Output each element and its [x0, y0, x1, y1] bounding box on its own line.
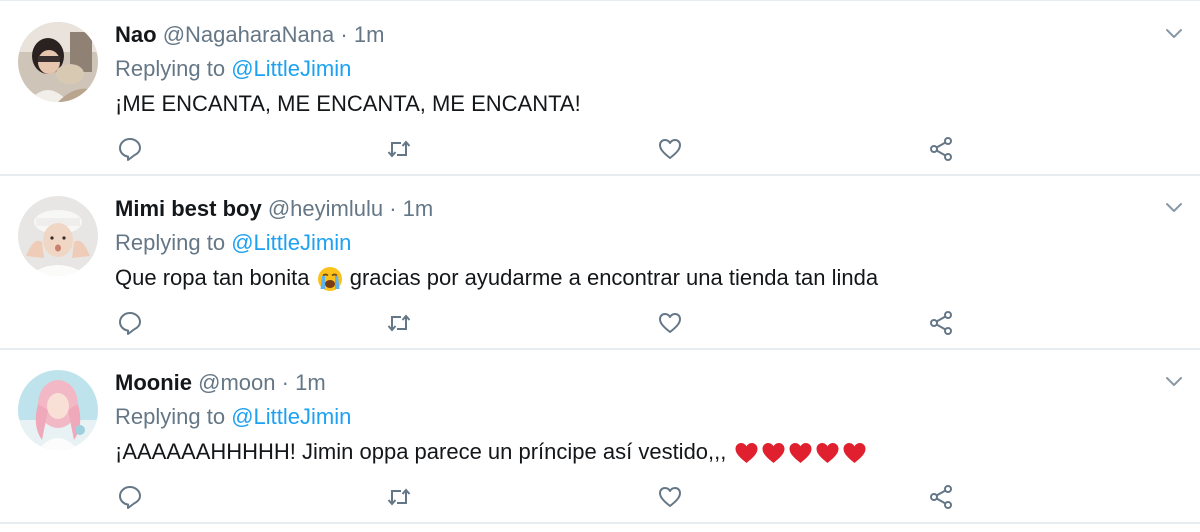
- reply-icon[interactable]: [117, 484, 143, 510]
- replying-to-label: Replying to: [115, 230, 226, 255]
- tweet-moonie[interactable]: Moonie @moon · 1m Replying to @LittleJim…: [0, 350, 1200, 524]
- tweet-text-content: ¡ME ENCANTA, ME ENCANTA, ME ENCANTA!: [115, 91, 581, 116]
- crying-face-emoji-icon: [317, 267, 342, 292]
- replying-to: Replying to @LittleJimin: [115, 52, 351, 86]
- tweet-text-content: ¡AAAAAAHHHHH! Jimin oppa parece un prínc…: [115, 439, 727, 464]
- reply-icon[interactable]: [117, 310, 143, 336]
- heart-icon[interactable]: [657, 136, 683, 162]
- tweet-text: Que ropa tan bonita gracias por ayudarme…: [115, 260, 878, 296]
- tweet-text: ¡AAAAAAHHHHH! Jimin oppa parece un prínc…: [115, 434, 868, 470]
- display-name[interactable]: Mimi best boy: [115, 196, 262, 221]
- tweet-text: ¡ME ENCANTA, ME ENCANTA, ME ENCANTA!: [115, 86, 581, 122]
- tweet-nao[interactable]: Nao @NagaharaNana · 1m Replying to @Litt…: [0, 2, 1200, 176]
- red-heart-emoji-icon: [843, 443, 866, 464]
- red-heart-emoji-icon: [789, 443, 812, 464]
- action-bar: [0, 480, 1200, 514]
- reply-feed: Nao @NagaharaNana · 1m Replying to @Litt…: [0, 0, 1200, 532]
- chevron-down-icon[interactable]: [1162, 372, 1186, 392]
- replying-to: Replying to @LittleJimin: [115, 400, 351, 434]
- mention-link[interactable]: @LittleJimin: [231, 56, 351, 81]
- action-bar: [0, 306, 1200, 340]
- tweet-text-content: Que ropa tan bonita: [115, 265, 310, 290]
- display-name[interactable]: Nao: [115, 22, 157, 47]
- heart-emoji-row: [733, 439, 868, 464]
- display-name[interactable]: Moonie: [115, 370, 192, 395]
- user-photo-avatar-icon: [18, 196, 98, 276]
- mention-link[interactable]: @LittleJimin: [231, 230, 351, 255]
- chevron-down-icon[interactable]: [1162, 24, 1186, 44]
- avatar[interactable]: [18, 22, 98, 102]
- separator: ·: [389, 196, 397, 221]
- user-photo-avatar-icon: [18, 22, 98, 102]
- replying-to: Replying to @LittleJimin: [115, 226, 351, 260]
- user-handle[interactable]: @heyimlulu: [268, 196, 383, 221]
- retweet-icon[interactable]: [386, 484, 412, 510]
- separator: ·: [281, 370, 289, 395]
- retweet-icon[interactable]: [386, 310, 412, 336]
- user-handle[interactable]: @NagaharaNana: [163, 22, 335, 47]
- chevron-down-icon[interactable]: [1162, 198, 1186, 218]
- timestamp[interactable]: 1m: [403, 196, 434, 221]
- replying-to-label: Replying to: [115, 56, 226, 81]
- share-icon[interactable]: [928, 484, 954, 510]
- red-heart-emoji-icon: [816, 443, 839, 464]
- heart-icon[interactable]: [657, 484, 683, 510]
- replying-to-label: Replying to: [115, 404, 226, 429]
- tweet-header: Nao @NagaharaNana · 1m: [115, 18, 384, 52]
- timestamp[interactable]: 1m: [354, 22, 385, 47]
- tweet-header: Mimi best boy @heyimlulu · 1m: [115, 192, 433, 226]
- share-icon[interactable]: [928, 136, 954, 162]
- mention-link[interactable]: @LittleJimin: [231, 404, 351, 429]
- heart-icon[interactable]: [657, 310, 683, 336]
- timestamp[interactable]: 1m: [295, 370, 326, 395]
- separator: ·: [340, 22, 348, 47]
- tweet-header: Moonie @moon · 1m: [115, 366, 326, 400]
- tweet-mimi[interactable]: Mimi best boy @heyimlulu · 1m Replying t…: [0, 176, 1200, 350]
- user-photo-avatar-icon: [18, 370, 98, 450]
- avatar[interactable]: [18, 196, 98, 276]
- red-heart-emoji-icon: [762, 443, 785, 464]
- avatar[interactable]: [18, 370, 98, 450]
- red-heart-emoji-icon: [735, 443, 758, 464]
- divider: [0, 0, 1200, 1]
- user-handle[interactable]: @moon: [198, 370, 275, 395]
- reply-icon[interactable]: [117, 136, 143, 162]
- action-bar: [0, 132, 1200, 166]
- share-icon[interactable]: [928, 310, 954, 336]
- tweet-text-continued: gracias por ayudarme a encontrar una tie…: [349, 265, 879, 290]
- retweet-icon[interactable]: [386, 136, 412, 162]
